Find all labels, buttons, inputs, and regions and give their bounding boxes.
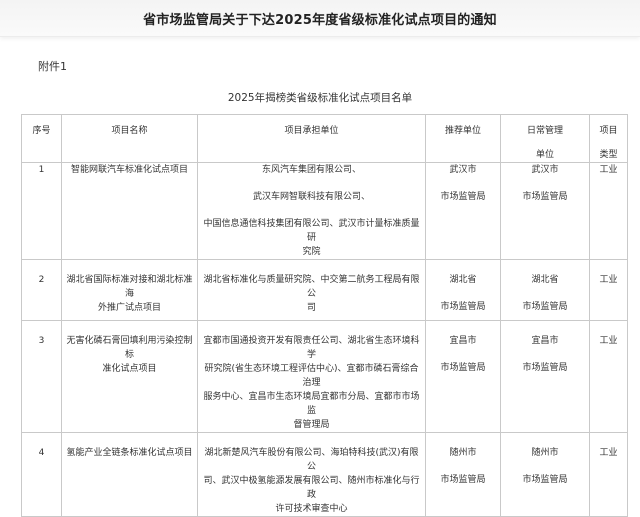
table-row: 2 湖北省国际标准对接和湖北标准海 外推广试点项目 湖北省标准化与质量研究院、中交… (21, 259, 628, 321)
row-seq: 4 (21, 432, 62, 517)
table-title: 2025年揭榜类省级标准化试点项目名单 (227, 92, 413, 104)
header-type: 项目 类型 (589, 114, 628, 163)
table-header-row: 序号 项目名称 项目承担单位 推荐单位 日常管理 单位 项目 类型 (21, 114, 628, 163)
page-title: 省市场监管局关于下达2025年度省级标准化试点项目的通知 (143, 13, 497, 28)
table-row: 3 无害化磷石膏回填利用污染控制标 准化试点项目 宜都市国通投资开发有限责任公司、… (21, 320, 628, 433)
table-row: 4 氢能产业全链条标准化试点项目 湖北新楚风汽车股份有限公司、海珀特科技(武汉)… (21, 432, 628, 517)
header-seq: 序号 (21, 114, 62, 163)
row-seq: 1 (21, 162, 62, 260)
header-name: 项目名称 (61, 114, 198, 163)
row-daily: 湖北省 市场监管局 (500, 259, 590, 321)
row-recommend: 宜昌市 市场监管局 (425, 320, 501, 433)
project-table: 序号 项目名称 项目承担单位 推荐单位 日常管理 单位 项目 类型 1 智能网联汽车… (21, 114, 628, 517)
row-unit: 湖北新楚风汽车股份有限公司、海珀特科技(武汉)有限公 司、武汉中极氢能源发展有限公… (197, 432, 426, 517)
row-recommend: 武汉市 市场监管局 (425, 162, 501, 260)
row-unit: 东风汽车集团有限公司、 武汉车网智联科技有限公司、 中国信息通信科技集团有限公司… (197, 162, 426, 260)
row-name: 智能网联汽车标准化试点项目 (61, 162, 198, 260)
row-daily: 随州市 市场监管局 (500, 432, 590, 517)
row-daily: 武汉市 市场监管局 (500, 162, 590, 260)
row-name: 湖北省国际标准对接和湖北标准海 外推广试点项目 (61, 259, 198, 321)
table-row: 1 智能网联汽车标准化试点项目 东风汽车集团有限公司、 武汉车网智联科技有限公司… (21, 162, 628, 260)
row-seq: 3 (21, 320, 62, 433)
header-recommend: 推荐单位 (425, 114, 501, 163)
row-recommend: 随州市 市场监管局 (425, 432, 501, 517)
row-type: 工业 (589, 259, 628, 321)
header-daily: 日常管理 单位 (500, 114, 590, 163)
row-recommend: 湖北省 市场监管局 (425, 259, 501, 321)
header-unit: 项目承担单位 (197, 114, 426, 163)
row-name: 无害化磷石膏回填利用污染控制标 准化试点项目 (61, 320, 198, 433)
row-type: 工业 (589, 432, 628, 517)
row-type: 工业 (589, 162, 628, 260)
attachment-label: 附件1 (38, 60, 67, 73)
row-type: 工业 (589, 320, 628, 433)
row-unit: 宜都市国通投资开发有限责任公司、湖北省生态环境科学 研究院(省生态环境工程评估中心… (197, 320, 426, 433)
row-seq: 2 (21, 259, 62, 321)
row-unit: 湖北省标准化与质量研究院、中交第二航务工程局有限公司 (197, 259, 426, 321)
row-name: 氢能产业全链条标准化试点项目 (61, 432, 198, 517)
row-daily: 宜昌市 市场监管局 (500, 320, 590, 433)
